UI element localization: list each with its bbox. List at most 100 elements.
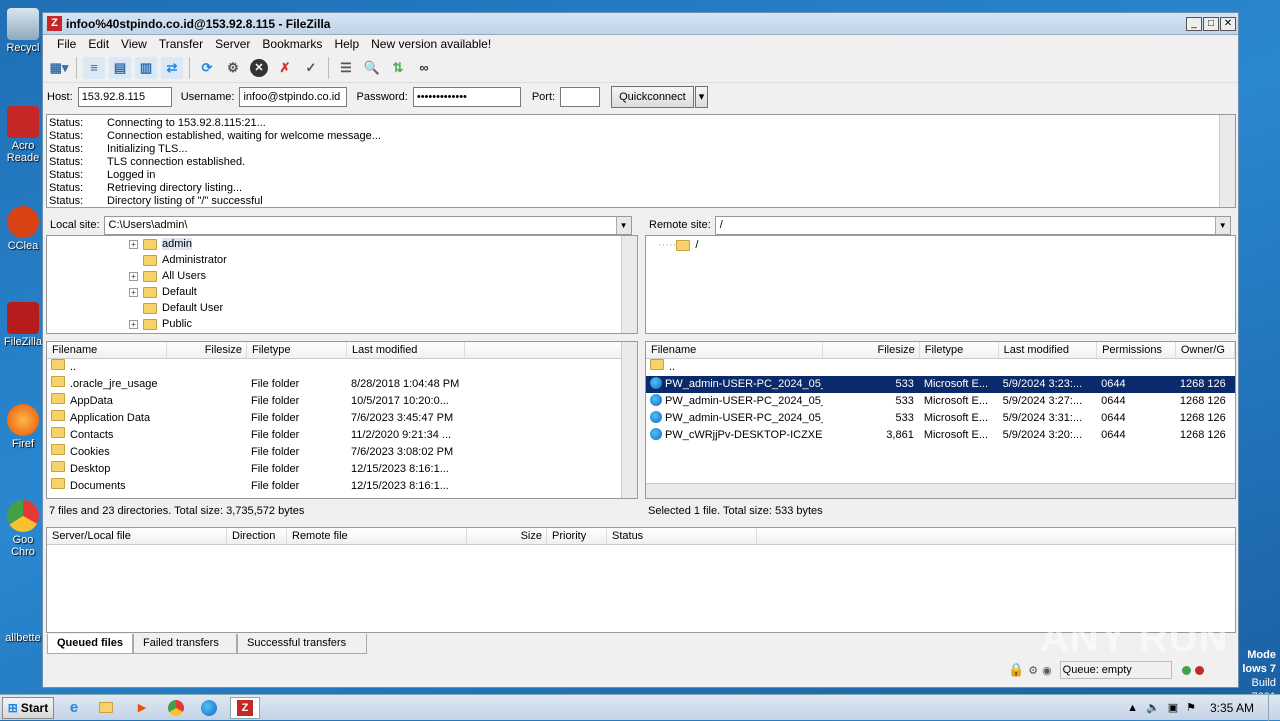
toggle-remote-tree-icon[interactable]: ▥ bbox=[135, 56, 157, 79]
remote-site-path[interactable]: / ▼ bbox=[714, 215, 1231, 235]
quickconnect-dropdown-button[interactable]: ▾ bbox=[694, 86, 709, 108]
desktop-icon-filezilla[interactable]: FileZilla bbox=[0, 302, 46, 348]
table-row[interactable]: Documents File folder 12/15/2023 8:16:1... bbox=[47, 478, 637, 495]
refresh-icon[interactable]: ⟳ bbox=[196, 57, 218, 79]
cancel-icon[interactable]: ✕ bbox=[248, 57, 270, 79]
title-bar[interactable]: Z infoo%40stpindo.co.id@153.92.8.115 - F… bbox=[43, 13, 1238, 35]
menu-edit[interactable]: Edit bbox=[82, 37, 115, 51]
show-hidden-icons[interactable]: ▲ bbox=[1127, 702, 1138, 714]
compare-icon[interactable]: ⇅ bbox=[387, 57, 409, 79]
col-filetype[interactable]: Filetype bbox=[247, 342, 347, 358]
menu-new-version[interactable]: New version available! bbox=[365, 37, 497, 51]
quickconnect-button[interactable]: Quickconnect bbox=[611, 86, 694, 108]
reconnect-icon[interactable]: ✓ bbox=[300, 57, 322, 79]
network-icon[interactable]: ▣ bbox=[1168, 701, 1178, 714]
desktop-icon-chrome[interactable]: Goo Chro bbox=[0, 500, 46, 558]
table-row[interactable]: PW_cWRjjPv-DESKTOP-ICZXEN3_... 3,861 Micro… bbox=[646, 427, 1235, 444]
col-last-modified[interactable]: Last modified bbox=[347, 342, 465, 358]
expand-icon[interactable]: + bbox=[129, 319, 138, 329]
clock[interactable]: 3:35 AM bbox=[1210, 701, 1254, 715]
col-permissions[interactable]: Permissions bbox=[1097, 342, 1176, 358]
tree-item[interactable]: + admin bbox=[47, 236, 637, 252]
desktop-icon-recycle[interactable]: Recycl bbox=[0, 8, 46, 54]
remote-hscrollbar[interactable] bbox=[646, 483, 1235, 498]
tab-failed-transfers[interactable]: Failed transfers bbox=[133, 634, 238, 654]
local-tree[interactable]: + admin Administrator + All Users + Default Def… bbox=[46, 235, 638, 334]
tree-item[interactable]: + All Users bbox=[47, 268, 637, 284]
toggle-queue-icon[interactable]: ⇄ bbox=[161, 56, 183, 79]
tree-item[interactable]: Default User bbox=[47, 300, 637, 316]
table-row[interactable]: PW_admin-USER-PC_2024_05_09... 533 Microso… bbox=[646, 393, 1235, 410]
taskbar-edge[interactable] bbox=[196, 697, 224, 719]
col-status[interactable]: Status bbox=[607, 528, 757, 544]
table-row[interactable]: PW_admin-USER-PC_2024_05_09... 533 Microso… bbox=[646, 376, 1235, 393]
filter-icon[interactable]: ☰ bbox=[335, 57, 357, 79]
tab-queued-files[interactable]: Queued files bbox=[47, 634, 134, 654]
taskbar-explorer[interactable] bbox=[94, 697, 122, 719]
disconnect-icon[interactable]: ✗ bbox=[274, 57, 296, 79]
tree-item[interactable]: + Default bbox=[47, 284, 637, 300]
table-row[interactable]: .oracle_jre_usage File folder 8/28/2018 1:… bbox=[47, 376, 637, 393]
menu-file[interactable]: File bbox=[51, 37, 82, 51]
taskbar-chrome[interactable] bbox=[162, 697, 190, 719]
desktop-icon-acrobat[interactable]: Acro Reade bbox=[0, 106, 46, 164]
table-row[interactable]: Contacts File folder 11/2/2020 9:21:34 ... bbox=[47, 427, 637, 444]
host-input[interactable] bbox=[77, 87, 172, 107]
table-row[interactable]: PW_admin-USER-PC_2024_05_09... 533 Microso… bbox=[646, 410, 1235, 427]
expand-icon[interactable]: + bbox=[129, 239, 138, 249]
taskbar-ie[interactable]: e bbox=[60, 697, 88, 719]
search-icon[interactable]: ∞ bbox=[413, 57, 435, 79]
table-row[interactable]: Cookies File folder 7/6/2023 3:08:02 PM bbox=[47, 444, 637, 461]
expand-icon[interactable]: + bbox=[129, 287, 138, 297]
menu-view[interactable]: View bbox=[115, 37, 153, 51]
chevron-down-icon[interactable]: ▼ bbox=[615, 216, 631, 234]
desktop-icon-allbette[interactable]: allbette bbox=[0, 632, 46, 644]
col-filetype[interactable]: Filetype bbox=[920, 342, 999, 358]
table-row[interactable]: Desktop File folder 12/15/2023 8:16:1... bbox=[47, 461, 637, 478]
col-owner[interactable]: Owner/G bbox=[1176, 342, 1235, 358]
col-direction[interactable]: Direction bbox=[227, 528, 287, 544]
menu-server[interactable]: Server bbox=[209, 37, 256, 51]
col-size[interactable]: Size bbox=[467, 528, 547, 544]
col-remote-file[interactable]: Remote file bbox=[287, 528, 467, 544]
tab-successful-transfers[interactable]: Successful transfers bbox=[237, 634, 368, 654]
local-site-path[interactable]: C:\Users\admin\ ▼ bbox=[103, 215, 632, 235]
minimize-button[interactable]: _ bbox=[1186, 16, 1202, 31]
tree-item[interactable]: + Public bbox=[47, 316, 637, 332]
flag-icon[interactable]: ⚑ bbox=[1186, 701, 1196, 714]
col-filename[interactable]: Filename bbox=[646, 342, 824, 358]
maximize-button[interactable]: □ bbox=[1203, 16, 1219, 31]
site-manager-icon[interactable]: ▦▾ bbox=[48, 57, 70, 79]
expand-icon[interactable]: + bbox=[129, 271, 138, 281]
table-row[interactable]: Application Data File folder 7/6/2023 3:45… bbox=[47, 410, 637, 427]
remote-file-list[interactable]: Filename Filesize Filetype Last modified… bbox=[645, 341, 1236, 499]
col-filename[interactable]: Filename bbox=[47, 342, 167, 358]
col-filesize[interactable]: Filesize bbox=[823, 342, 920, 358]
table-row[interactable]: .. bbox=[646, 359, 1235, 376]
toggle-log-icon[interactable]: ≡ bbox=[83, 56, 105, 79]
show-desktop-button[interactable] bbox=[1268, 694, 1280, 721]
sync-browse-icon[interactable]: 🔍 bbox=[361, 57, 383, 79]
local-file-scrollbar[interactable] bbox=[621, 342, 637, 498]
message-log[interactable]: Status: Connecting to 153.92.8.115:21... S… bbox=[46, 114, 1236, 208]
tree-item[interactable]: Administrator bbox=[47, 252, 637, 268]
tree-item-root[interactable]: ····· / bbox=[646, 237, 1235, 253]
menu-help[interactable]: Help bbox=[328, 37, 365, 51]
col-priority[interactable]: Priority bbox=[547, 528, 607, 544]
volume-icon[interactable]: 🔈 bbox=[1146, 701, 1160, 714]
toggle-local-tree-icon[interactable]: ▤ bbox=[109, 56, 131, 79]
taskbar-filezilla[interactable]: Z bbox=[230, 696, 260, 719]
local-file-list[interactable]: Filename Filesize Filetype Last modified… bbox=[46, 341, 638, 499]
col-last-modified[interactable]: Last modified bbox=[999, 342, 1098, 358]
table-row[interactable]: AppData File folder 10/5/2017 10:20:0... bbox=[47, 393, 637, 410]
password-input[interactable] bbox=[412, 87, 521, 107]
col-server-local-file[interactable]: Server/Local file bbox=[47, 528, 227, 544]
remote-tree[interactable]: ····· / bbox=[645, 235, 1236, 334]
menu-transfer[interactable]: Transfer bbox=[153, 37, 209, 51]
chevron-down-icon[interactable]: ▼ bbox=[1214, 216, 1230, 234]
col-filesize[interactable]: Filesize bbox=[167, 342, 247, 358]
process-queue-icon[interactable]: ⚙ bbox=[222, 57, 244, 79]
close-button[interactable]: ✕ bbox=[1220, 16, 1236, 31]
username-input[interactable] bbox=[239, 87, 348, 107]
table-row[interactable]: .. bbox=[47, 359, 637, 376]
